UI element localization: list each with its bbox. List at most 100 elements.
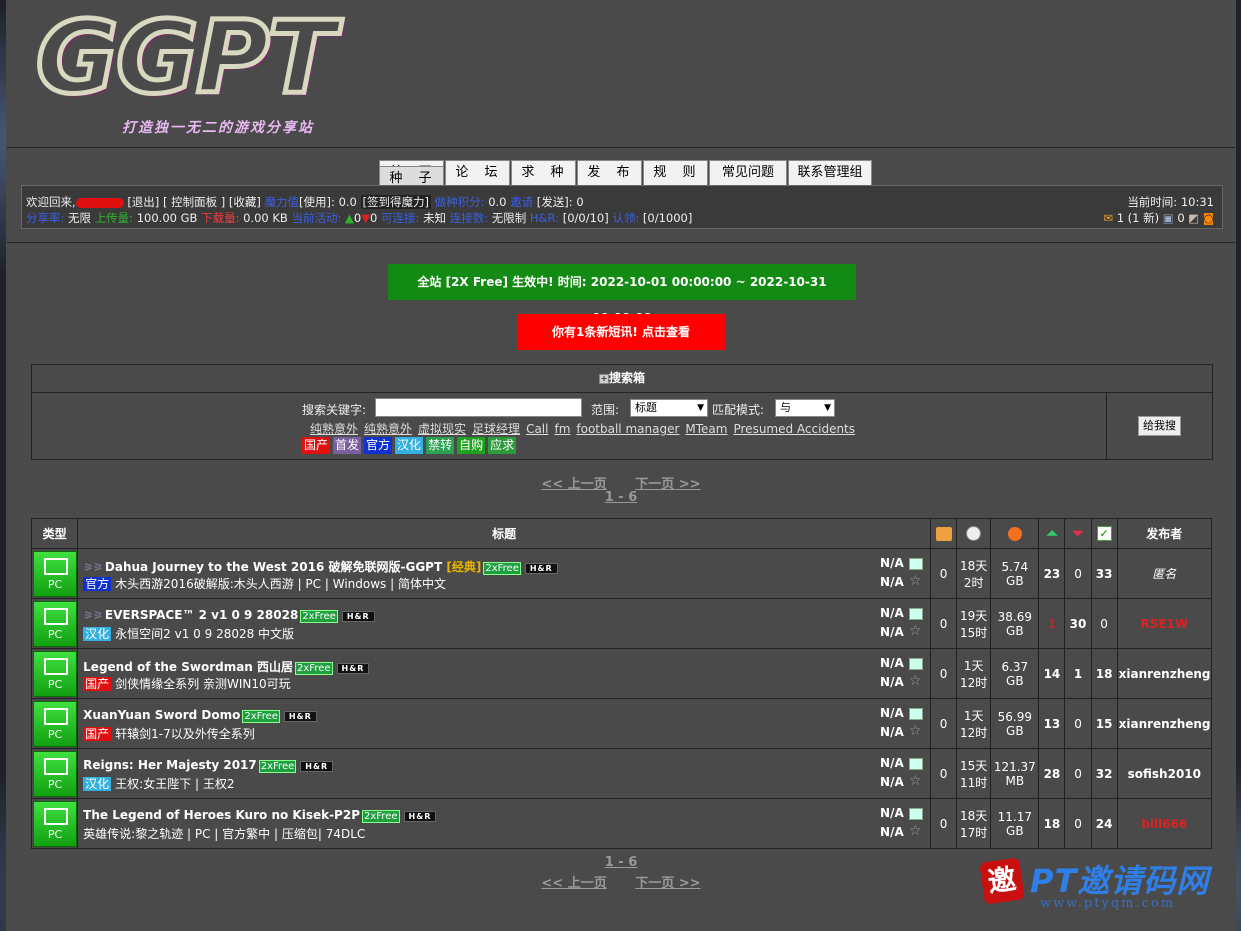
star-icon[interactable]: ☆ xyxy=(909,573,922,589)
seeders-cell[interactable]: 28 xyxy=(1038,748,1066,799)
completed-cell[interactable]: 18 xyxy=(1090,648,1118,699)
completed-cell[interactable]: 24 xyxy=(1090,798,1118,849)
hot-keyword-link[interactable]: Presumed Accidents xyxy=(733,422,855,436)
seeders-cell[interactable]: 23 xyxy=(1038,548,1066,599)
keyword-input[interactable] xyxy=(375,398,582,417)
category-pc-icon[interactable]: PC xyxy=(33,800,77,847)
leechers-cell[interactable]: 0 xyxy=(1064,798,1092,849)
col-size[interactable] xyxy=(990,518,1040,549)
search-button[interactable]: 给我搜 xyxy=(1138,416,1181,436)
comments-cell[interactable]: 0 xyxy=(930,648,958,699)
nav-tab[interactable]: 联系管理组 xyxy=(788,160,872,186)
bookmark-icon[interactable]: ◩ xyxy=(1188,211,1199,225)
nav-tab[interactable]: 规 则 xyxy=(643,160,708,186)
hot-keyword-link[interactable]: MTeam xyxy=(685,422,727,436)
star-icon[interactable]: ☆ xyxy=(909,723,922,739)
torrent-title-link[interactable]: The Legend of Heroes Kuro no Kisek-P2P xyxy=(83,808,360,822)
uploader-cell[interactable]: 匿名 xyxy=(1116,548,1213,599)
tag-filter[interactable]: 国产 xyxy=(302,437,331,454)
comments-cell[interactable]: 0 xyxy=(930,798,958,849)
uploader-cell[interactable]: xianrenzheng xyxy=(1116,648,1213,699)
download-icon[interactable] xyxy=(909,608,924,620)
completed-cell[interactable]: 32 xyxy=(1090,748,1118,799)
star-icon[interactable]: ☆ xyxy=(909,673,922,689)
prev-page-link[interactable]: << 上一页 xyxy=(541,876,606,891)
star-icon[interactable]: ☆ xyxy=(909,823,922,839)
col-completed[interactable]: ✓ xyxy=(1090,518,1118,549)
comments-cell[interactable]: 0 xyxy=(930,698,958,749)
tag-filter[interactable]: 汉化 xyxy=(395,437,424,454)
seeders-cell[interactable]: 14 xyxy=(1038,648,1066,699)
comments-cell[interactable]: 0 xyxy=(930,598,958,649)
col-seeders[interactable]: ⏶ xyxy=(1038,518,1066,549)
col-time[interactable] xyxy=(956,518,992,549)
tag-filter[interactable]: 首发 xyxy=(333,437,362,454)
tag-filter[interactable]: 禁转 xyxy=(426,437,455,454)
leechers-cell[interactable]: 0 xyxy=(1064,748,1092,799)
expand-icon[interactable]: + xyxy=(598,373,609,384)
seeders-cell[interactable]: 18 xyxy=(1038,798,1066,849)
row-tag[interactable]: 国产 xyxy=(83,727,112,741)
favorites-link[interactable]: [收藏] xyxy=(229,195,261,209)
tag-filter[interactable]: 应求 xyxy=(488,437,517,454)
star-icon[interactable]: ☆ xyxy=(909,623,922,639)
uploader-cell[interactable]: bill666 xyxy=(1116,798,1213,849)
completed-cell[interactable]: 33 xyxy=(1090,548,1118,599)
download-icon[interactable] xyxy=(909,808,924,820)
leechers-cell[interactable]: 0 xyxy=(1064,548,1092,599)
category-pc-icon[interactable]: PC xyxy=(33,550,77,597)
download-icon[interactable] xyxy=(909,758,924,770)
completed-cell[interactable]: 0 xyxy=(1090,598,1118,649)
row-tag[interactable]: 国产 xyxy=(83,677,112,691)
category-pc-icon[interactable]: PC xyxy=(33,650,77,697)
category-pc-icon[interactable]: PC xyxy=(33,600,77,647)
site-logo[interactable]: GGPT 打造独一无二的游戏分享站 xyxy=(30,0,370,145)
tag-filter[interactable]: 官方 xyxy=(364,437,393,454)
row-tag[interactable]: 汉化 xyxy=(83,627,112,641)
scope-select[interactable]: 标题 ▼ xyxy=(630,399,708,417)
star-icon[interactable]: ☆ xyxy=(909,773,922,789)
nav-tab[interactable]: 求 种 xyxy=(511,160,576,186)
torrent-title-link[interactable]: Dahua Journey to the West 2016 破解免联网版-GG… xyxy=(105,560,442,574)
row-tag[interactable]: 汉化 xyxy=(83,777,112,791)
hr-label[interactable]: H&R: xyxy=(530,211,559,225)
leechers-cell[interactable]: 30 xyxy=(1064,598,1092,649)
seeders-cell[interactable]: 1 xyxy=(1038,598,1066,649)
search-box-title[interactable]: + 搜索箱 xyxy=(32,365,1212,393)
col-comments[interactable] xyxy=(930,518,958,549)
hot-keyword-link[interactable]: 纯熟意外 xyxy=(364,422,412,436)
nav-tab[interactable]: 论 坛 xyxy=(445,160,510,186)
page-range-link[interactable]: 1 - 6 xyxy=(605,490,638,505)
checkin-button[interactable]: [签到得魔力] xyxy=(360,195,431,209)
hot-keyword-link[interactable]: fm xyxy=(554,422,570,436)
col-uploader[interactable]: 发布者 xyxy=(1116,518,1213,549)
hot-keyword-link[interactable]: 足球经理 xyxy=(472,422,520,436)
download-icon[interactable] xyxy=(909,658,924,670)
claim-label[interactable]: 认领: xyxy=(612,211,639,225)
hot-keyword-link[interactable]: 纯熟意外 xyxy=(310,422,358,436)
nav-tab[interactable]: 常见问题 xyxy=(709,160,787,186)
page-range-link[interactable]: 1 - 6 xyxy=(605,855,638,870)
leechers-cell[interactable]: 1 xyxy=(1064,648,1092,699)
logout-link[interactable]: [退出] xyxy=(127,195,159,209)
row-tag[interactable]: 官方 xyxy=(83,577,112,591)
leechers-cell[interactable]: 0 xyxy=(1064,698,1092,749)
torrent-title-link[interactable]: EVERSPACE™ 2 v1 0 9 28028 xyxy=(105,608,298,622)
uploader-cell[interactable]: RSE1W xyxy=(1116,598,1213,649)
new-message-banner[interactable]: 你有1条新短讯! 点击查看 xyxy=(517,314,725,350)
tag-filter[interactable]: 自购 xyxy=(457,437,486,454)
hot-keyword-link[interactable]: Call xyxy=(526,422,548,436)
torrent-title-link[interactable]: XuanYuan Sword Domo xyxy=(83,708,240,722)
match-mode-select[interactable]: 与 ▼ xyxy=(775,399,835,417)
comments-cell[interactable]: 0 xyxy=(930,548,958,599)
torrent-title-link[interactable]: Reigns: Her Majesty 2017 xyxy=(83,758,257,772)
col-type[interactable]: 类型 xyxy=(30,518,79,549)
uploader-cell[interactable]: xianrenzheng xyxy=(1116,698,1213,749)
buddy-icon[interactable]: ▣ xyxy=(1163,211,1174,225)
col-leechers[interactable]: ⏷ xyxy=(1064,518,1092,549)
col-title[interactable]: 标题 xyxy=(77,518,932,549)
rss-icon[interactable]: ◙ xyxy=(1203,211,1214,225)
category-pc-icon[interactable]: PC xyxy=(33,700,77,747)
username-redacted[interactable] xyxy=(75,197,124,208)
category-pc-icon[interactable]: PC xyxy=(33,750,77,797)
